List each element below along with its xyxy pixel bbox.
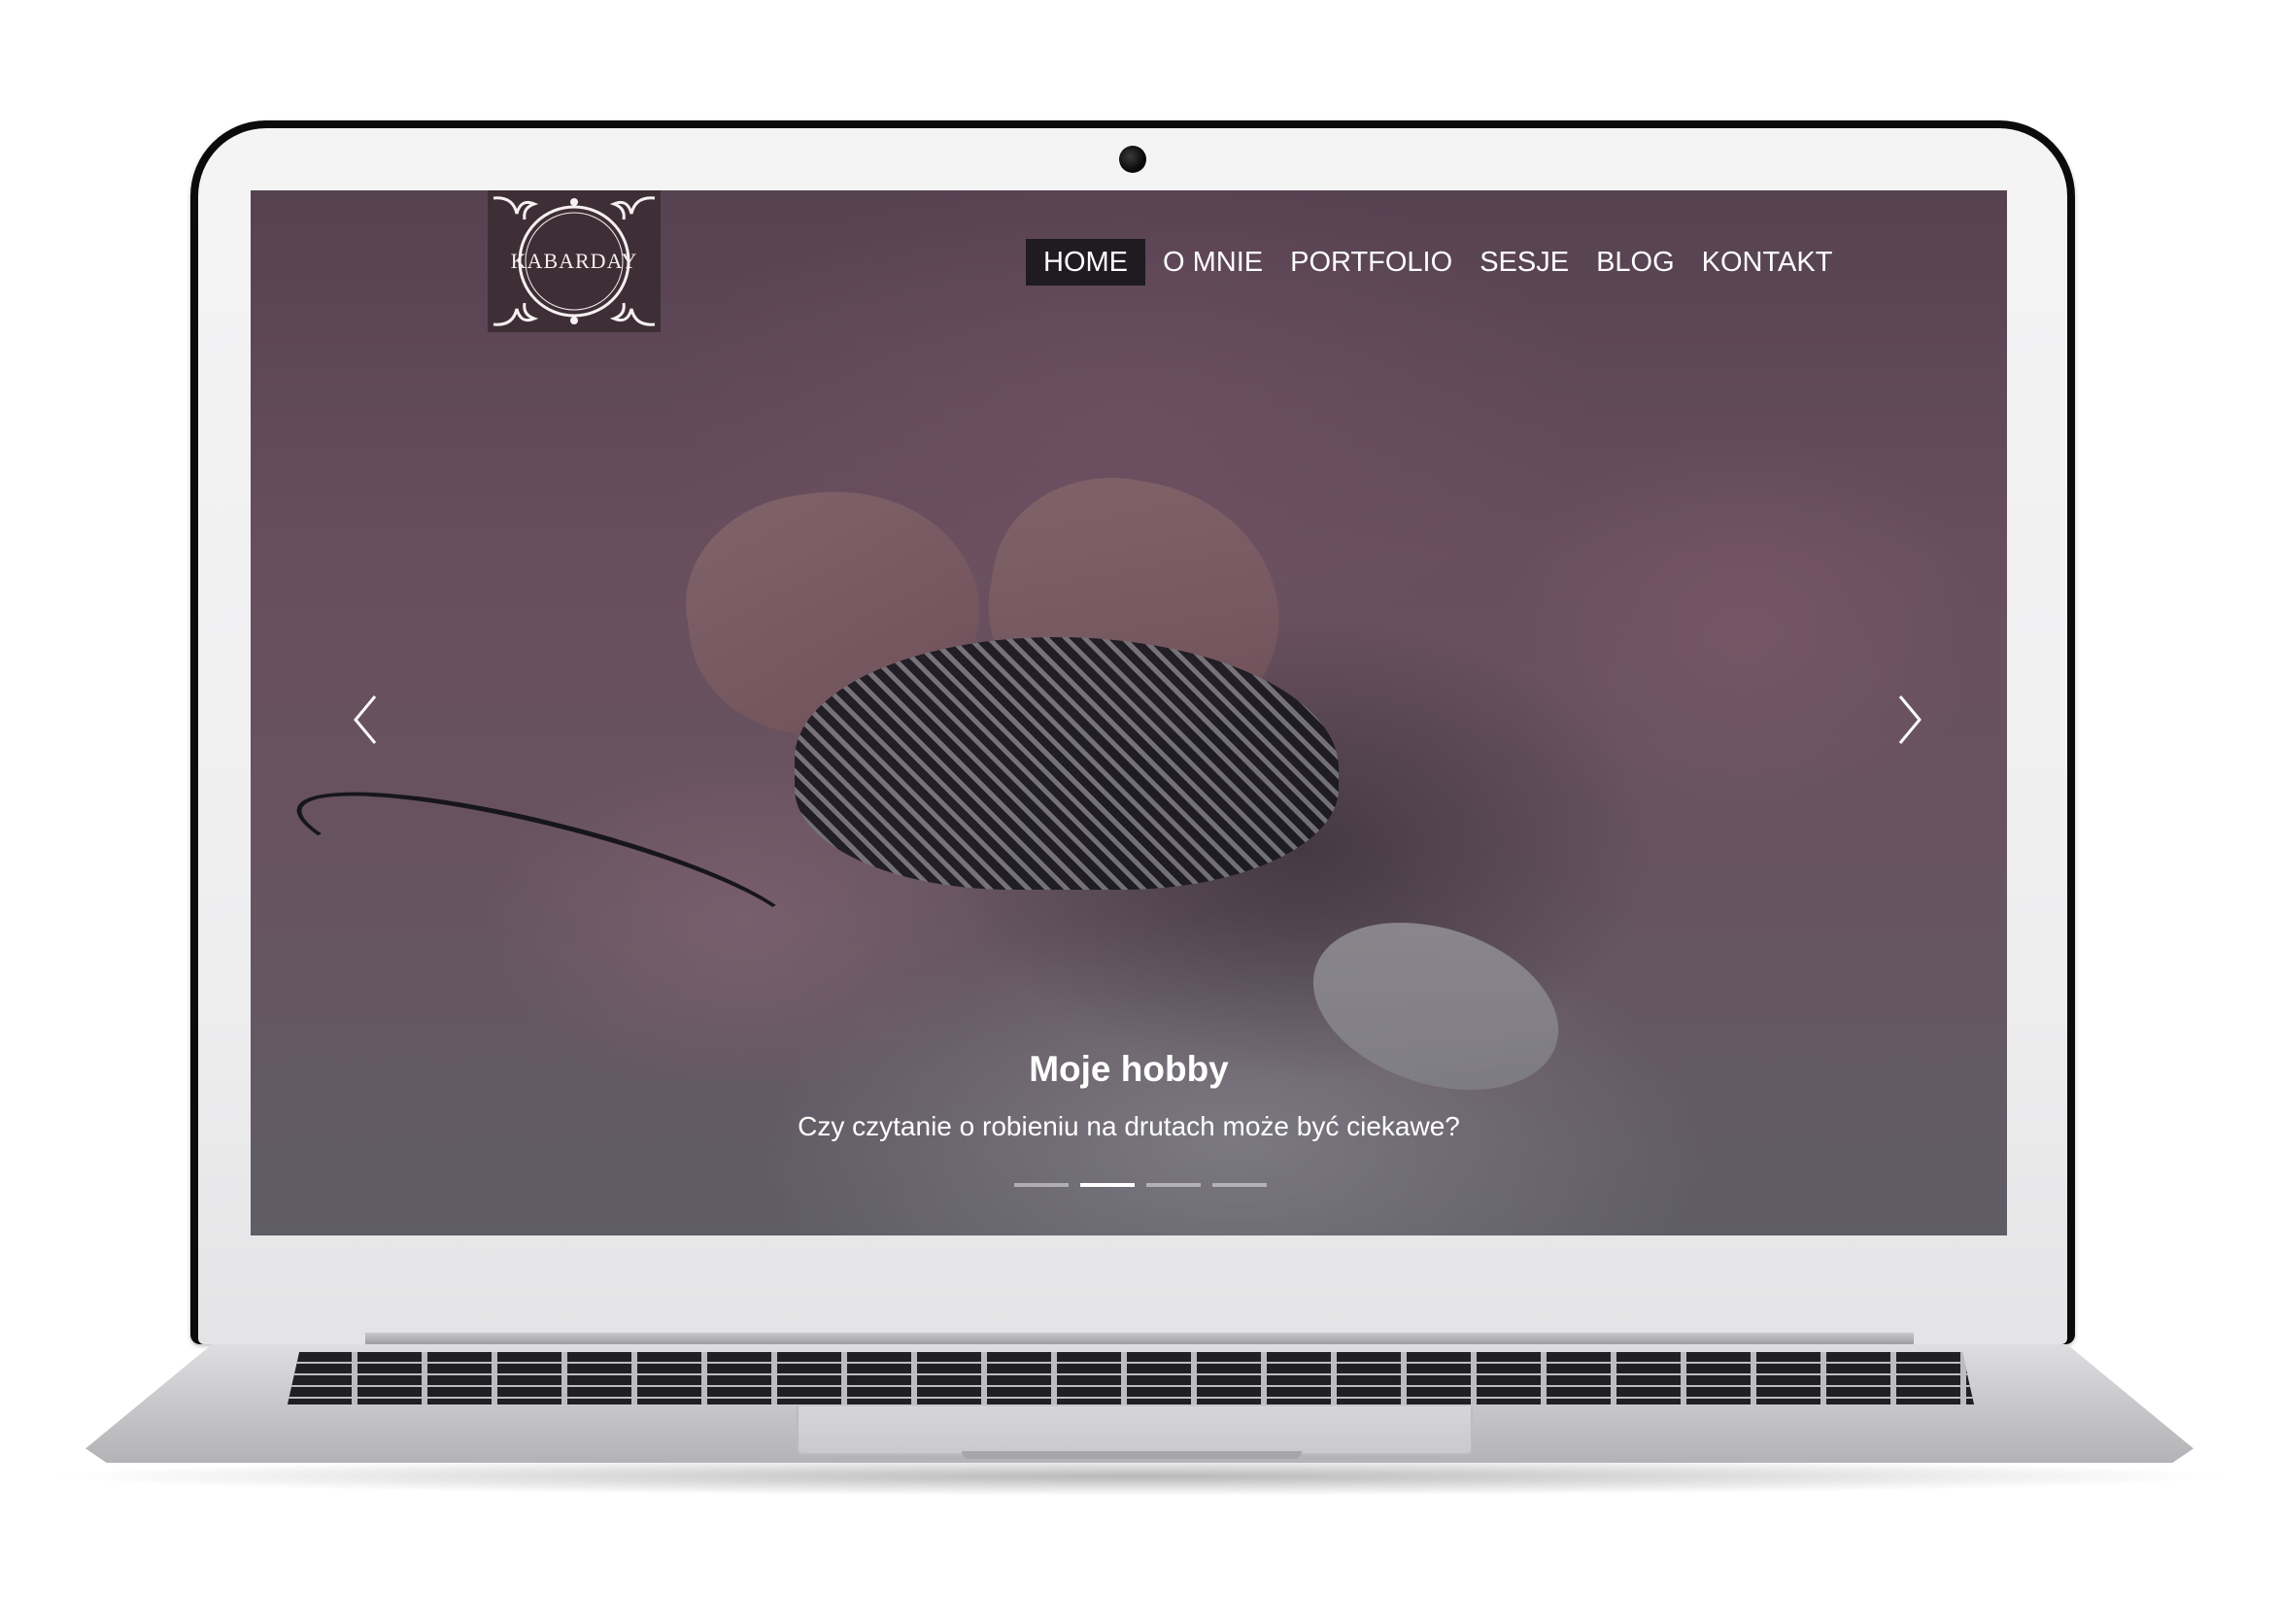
laptop-screen: KABARDAY HOME O MNIE PORTFOLIO SESJE BLO…	[251, 190, 2007, 1235]
chevron-right-icon	[1898, 695, 1922, 744]
carousel-indicator-1[interactable]	[1014, 1183, 1069, 1187]
chevron-left-icon	[354, 695, 377, 744]
slide-title: Moje hobby	[1029, 1049, 1229, 1089]
nav-item-blog[interactable]: BLOG	[1596, 239, 1675, 286]
carousel-indicator-3[interactable]	[1146, 1183, 1201, 1187]
nav-item-o-mnie[interactable]: O MNIE	[1163, 239, 1263, 286]
keyboard-rows	[288, 1352, 1974, 1404]
carousel-prev-button[interactable]	[348, 691, 383, 749]
carousel-indicators	[1014, 1183, 1267, 1187]
logo-text: KABARDAY	[510, 249, 638, 273]
lid-opening-notch	[962, 1451, 1302, 1459]
main-nav: HOME O MNIE PORTFOLIO SESJE BLOG KONTAKT	[1026, 239, 1832, 286]
webcam-icon	[1119, 146, 1146, 173]
slide-subtitle: Czy czytanie o robieniu na drutach może …	[798, 1111, 1460, 1141]
nav-item-kontakt[interactable]: KONTAKT	[1702, 239, 1833, 286]
nav-item-sesje[interactable]: SESJE	[1480, 239, 1569, 286]
nav-item-home[interactable]: HOME	[1026, 239, 1145, 286]
laptop-shadow	[39, 1457, 2240, 1496]
carousel-indicator-2[interactable]	[1080, 1183, 1135, 1187]
carousel-indicator-4[interactable]	[1212, 1183, 1267, 1187]
laptop-hinge	[365, 1333, 1914, 1344]
nav-item-portfolio[interactable]: PORTFOLIO	[1290, 239, 1452, 286]
product-mockup: KABARDAY HOME O MNIE PORTFOLIO SESJE BLO…	[0, 0, 2279, 1624]
trackpad	[797, 1406, 1473, 1455]
carousel-next-button[interactable]	[1892, 691, 1927, 749]
site-logo[interactable]: KABARDAY	[488, 190, 661, 332]
